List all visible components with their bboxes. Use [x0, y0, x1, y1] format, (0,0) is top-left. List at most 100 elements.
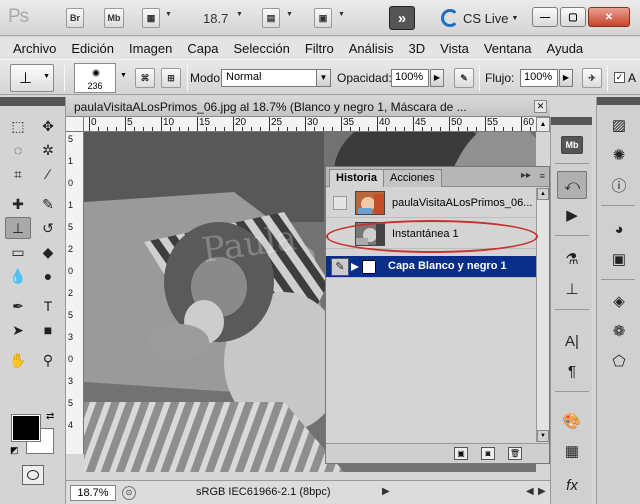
close-button[interactable]: ✕	[588, 7, 630, 27]
status-zoom-input[interactable]: 18.7%	[70, 485, 116, 501]
eraser-icon[interactable]: ▭	[5, 241, 31, 263]
bridge-button[interactable]: Br	[66, 8, 84, 28]
menu-ayuda[interactable]: Ayuda	[540, 41, 592, 56]
histogram-panel-button[interactable]: ✺	[604, 141, 634, 169]
workspace-expand-button[interactable]: »	[389, 6, 415, 30]
minibridge-panel-button[interactable]: Mb	[557, 131, 587, 159]
flow-input[interactable]: 100%	[520, 69, 558, 87]
scroll-up-icon[interactable]: ▲	[537, 188, 549, 200]
styles-panel-button[interactable]: fx	[557, 471, 587, 499]
history-panel-button[interactable]: ⤺	[557, 171, 587, 199]
rectangle-shape-icon[interactable]: ■	[35, 319, 61, 341]
crop-icon[interactable]: ⌗	[5, 163, 31, 185]
type-icon[interactable]: T	[35, 295, 61, 317]
layers-panel-button[interactable]: ◈	[604, 287, 634, 315]
tablet-opacity-button[interactable]: ✎	[454, 68, 474, 88]
brush-icon[interactable]: ✎	[35, 193, 61, 215]
new-snapshot-icon[interactable]: ◙	[481, 447, 495, 460]
scroll-left-icon[interactable]: ◀	[526, 486, 534, 497]
pen-icon[interactable]: ✒	[5, 295, 31, 317]
menu-ventana[interactable]: Ventana	[477, 41, 540, 56]
clone-source-panel-button[interactable]: ⊥	[557, 275, 587, 303]
info-panel-button[interactable]: ⓘ	[604, 171, 634, 199]
history-source-checkbox[interactable]	[333, 196, 347, 210]
menu-vista[interactable]: Vista	[433, 41, 477, 56]
zoom-level[interactable]: 18.7	[203, 11, 228, 26]
ruler-origin[interactable]	[66, 117, 84, 132]
cs-live-button[interactable]: CS Live ▼	[441, 9, 518, 27]
foreground-color-swatch[interactable]	[11, 414, 41, 442]
opacity-slider-button[interactable]: ▶	[430, 69, 444, 87]
menu-imagen[interactable]: Imagen	[122, 41, 180, 56]
menu-3d[interactable]: 3D	[402, 41, 434, 56]
opacity-input[interactable]: 100%	[391, 69, 429, 87]
clone-stamp-icon[interactable]: ⊥	[5, 217, 31, 239]
tab-acciones[interactable]: Acciones	[383, 169, 442, 187]
screen-mode-dropdown-icon[interactable]: ▼	[338, 11, 345, 18]
minimize-button[interactable]: —	[532, 7, 558, 27]
aligned-checkbox[interactable]: ✓	[614, 72, 625, 83]
status-info-icon[interactable]: ⊙	[122, 486, 136, 500]
view-extras-button[interactable]: ▦	[142, 8, 160, 28]
default-colors-icon[interactable]: ◩	[10, 445, 19, 456]
view-extras-dropdown-icon[interactable]: ▼	[165, 11, 172, 18]
tool-preset-picker[interactable]: ⊥ ▼	[10, 64, 54, 92]
minibridge-button[interactable]: Mb	[104, 8, 124, 28]
eyedropper-icon[interactable]: ⁄	[35, 163, 61, 185]
history-state-slider-icon[interactable]	[351, 263, 359, 271]
vertical-ruler[interactable]: 5 1 0 1 5 2 0 2 5 3 0 3 5 4	[66, 132, 84, 454]
document-tab[interactable]: paulaVisitaALosPrimos_06.jpg al 18.7% (B…	[66, 97, 550, 117]
grid-panel-button[interactable]: ▦	[557, 437, 587, 465]
blur-icon[interactable]: 💧	[5, 265, 31, 287]
swap-colors-icon[interactable]: ⇄	[46, 411, 54, 422]
move-icon[interactable]: ✥	[35, 115, 61, 137]
tools-panel-header[interactable]	[0, 97, 65, 106]
menu-edicion[interactable]: Edición	[64, 41, 122, 56]
history-brush-source-icon[interactable]: ✎	[331, 258, 349, 276]
healing-brush-icon[interactable]: ✚	[5, 193, 31, 215]
history-snapshot-original[interactable]: paulaVisitaALosPrimos_06...	[326, 188, 536, 218]
actions-panel-button[interactable]: ▶	[557, 201, 587, 229]
history-brush-icon[interactable]: ↺	[35, 217, 61, 239]
dodge-icon[interactable]: ●	[35, 265, 61, 287]
history-scrollbar[interactable]: ▲ ▼	[536, 188, 549, 442]
zoom-icon[interactable]: ⚲	[35, 349, 61, 371]
menu-capa[interactable]: Capa	[180, 41, 226, 56]
swatches-panel-button[interactable]: 🎨	[557, 407, 587, 435]
hand-icon[interactable]: ✋	[5, 349, 31, 371]
dock-header[interactable]	[597, 97, 640, 105]
swatches-button[interactable]: ▣	[604, 245, 634, 273]
magic-wand-icon[interactable]: ✲	[35, 139, 61, 161]
navigator-panel-button[interactable]: ▨	[604, 111, 634, 139]
brush-panel-button[interactable]: ⌘	[135, 68, 155, 88]
menu-archivo[interactable]: Archivo	[6, 41, 64, 56]
menu-filtro[interactable]: Filtro	[298, 41, 342, 56]
path-selection-icon[interactable]: ➤	[5, 319, 31, 341]
paths-panel-button[interactable]: ⬠	[604, 347, 634, 375]
brush-preset-picker[interactable]: 236	[74, 63, 116, 93]
history-state-selected[interactable]: ✎ Capa Blanco y negro 1	[326, 256, 536, 278]
zoom-dropdown-icon[interactable]: ▼	[236, 11, 243, 18]
clone-source-button[interactable]: ⊞	[161, 68, 181, 88]
paint-bucket-icon[interactable]: ◆	[35, 241, 61, 263]
panel-collapse-icon[interactable]: ▸▸	[521, 170, 531, 181]
arrange-dropdown-icon[interactable]: ▼	[286, 11, 293, 18]
quick-mask-button[interactable]	[22, 465, 44, 485]
menu-seleccion[interactable]: Selección	[226, 41, 297, 56]
status-menu-icon[interactable]: ▶	[382, 486, 390, 497]
scroll-right-icon[interactable]: ▶	[538, 486, 546, 497]
panel-menu-icon[interactable]: ≡	[540, 171, 545, 181]
airbrush-button[interactable]: ✈	[582, 68, 602, 88]
scroll-arrow-icon[interactable]: ▲	[536, 117, 550, 132]
menu-analisis[interactable]: Análisis	[342, 41, 402, 56]
tab-historia[interactable]: Historia	[329, 169, 384, 187]
dock-header[interactable]	[551, 117, 592, 125]
horizontal-ruler[interactable]: 0 5 10 15 20 25 30 35 40 45 50 55 60	[84, 117, 536, 132]
restore-button[interactable]: ▢	[560, 7, 586, 27]
channels-panel-button[interactable]: ❁	[604, 317, 634, 345]
brush-dropdown-icon[interactable]: ▼	[120, 72, 127, 79]
paragraph-panel-button[interactable]: ¶	[557, 357, 587, 385]
color-panel-button[interactable]: ◕	[604, 215, 634, 243]
flow-slider-button[interactable]: ▶	[559, 69, 573, 87]
mode-select[interactable]: Normal ▼	[221, 69, 331, 87]
